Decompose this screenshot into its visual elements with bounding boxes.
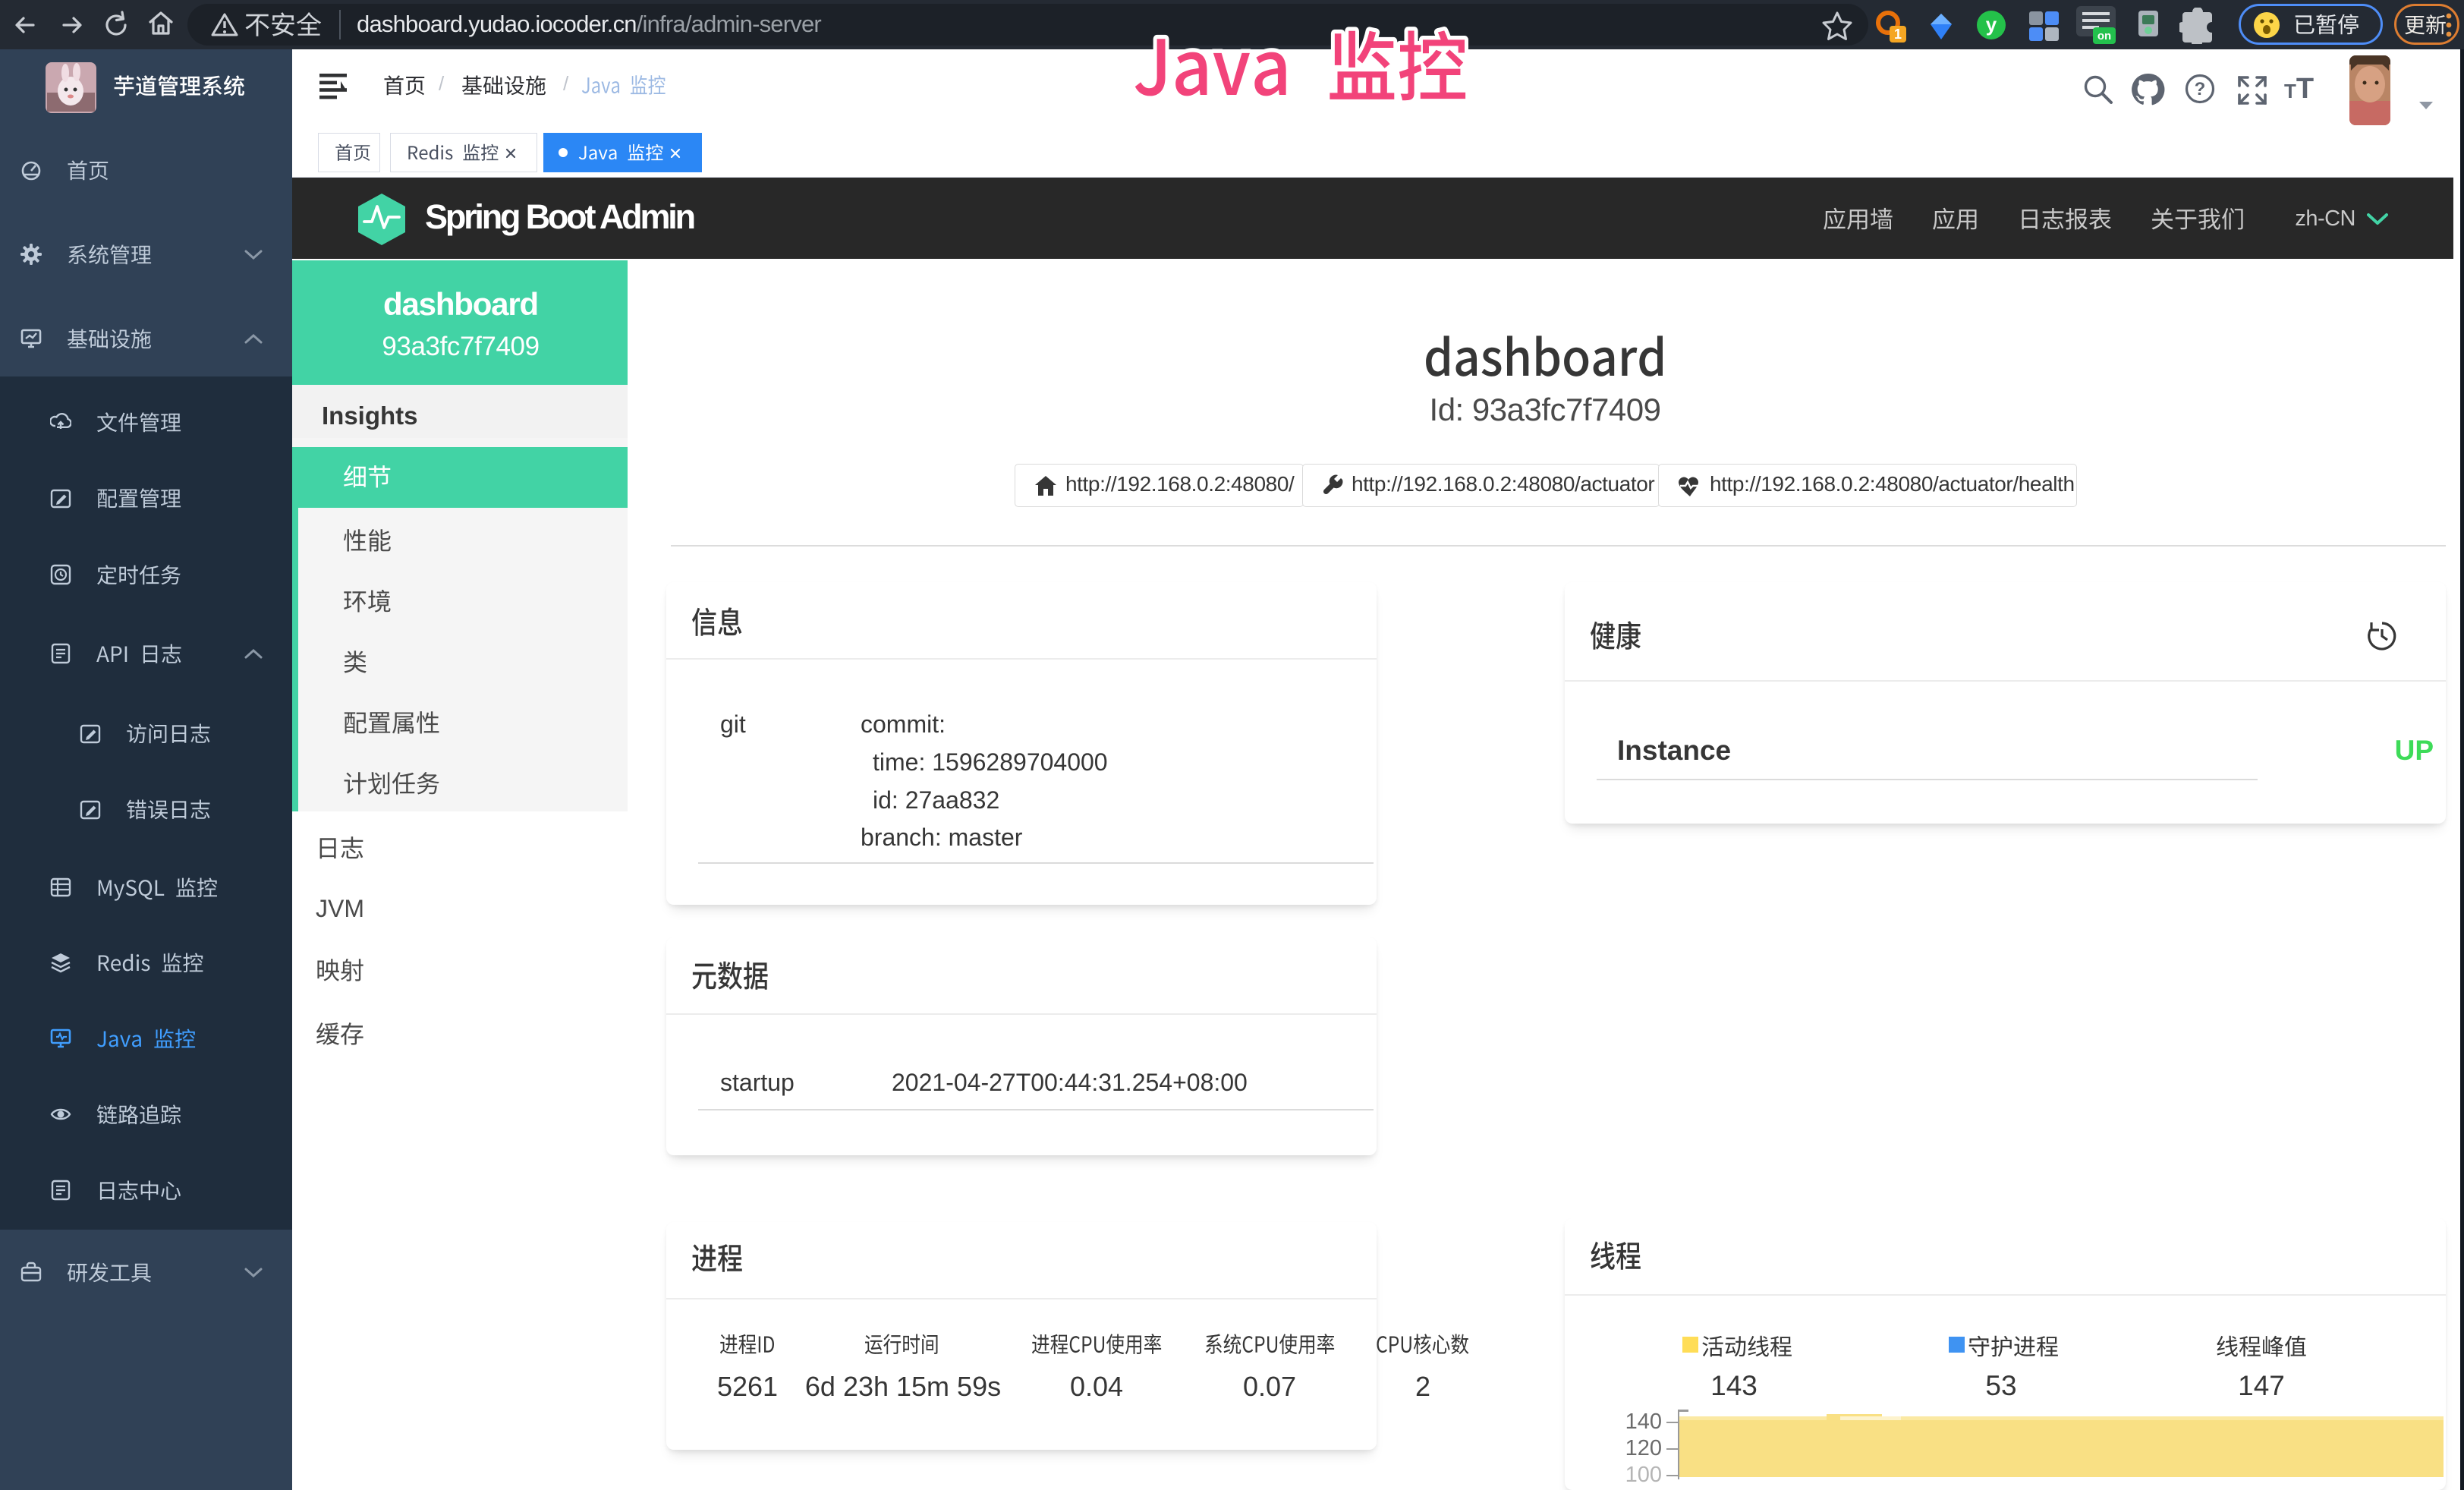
svg-text:on: on <box>2097 30 2111 43</box>
svg-text:1: 1 <box>1894 27 1902 42</box>
svg-text:?: ? <box>2195 79 2206 99</box>
svg-text:y: y <box>1986 13 1997 36</box>
